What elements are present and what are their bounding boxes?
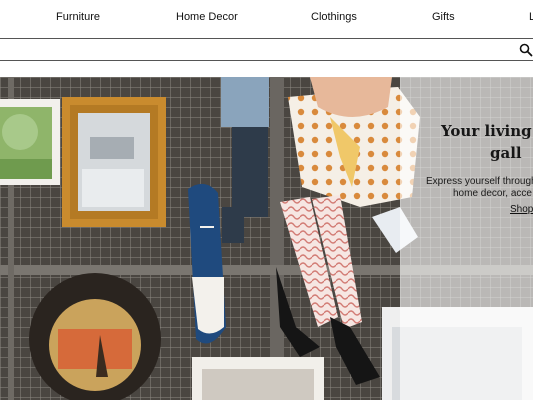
shop-link[interactable]: Shop: [510, 204, 533, 215]
nav-item-furniture[interactable]: Furniture: [56, 11, 100, 23]
nav-item-clothings[interactable]: Clothings: [311, 11, 357, 23]
hero-subtitle-continued: home decor, acce: [453, 188, 532, 199]
hero-title-continued: gall: [490, 144, 522, 162]
nav-item-gifts[interactable]: Gifts: [432, 11, 455, 23]
search-input[interactable]: [0, 39, 516, 60]
hero-subtitle: Express yourself through: [426, 176, 533, 187]
search-bar: [0, 38, 533, 61]
nav-item-more[interactable]: L: [529, 11, 533, 23]
hero-title: Your living s: [441, 122, 533, 140]
top-navigation: Furniture Home Decor Clothings Gifts L: [0, 0, 533, 36]
nav-item-home-decor[interactable]: Home Decor: [176, 11, 238, 23]
search-icon[interactable]: [519, 43, 533, 57]
